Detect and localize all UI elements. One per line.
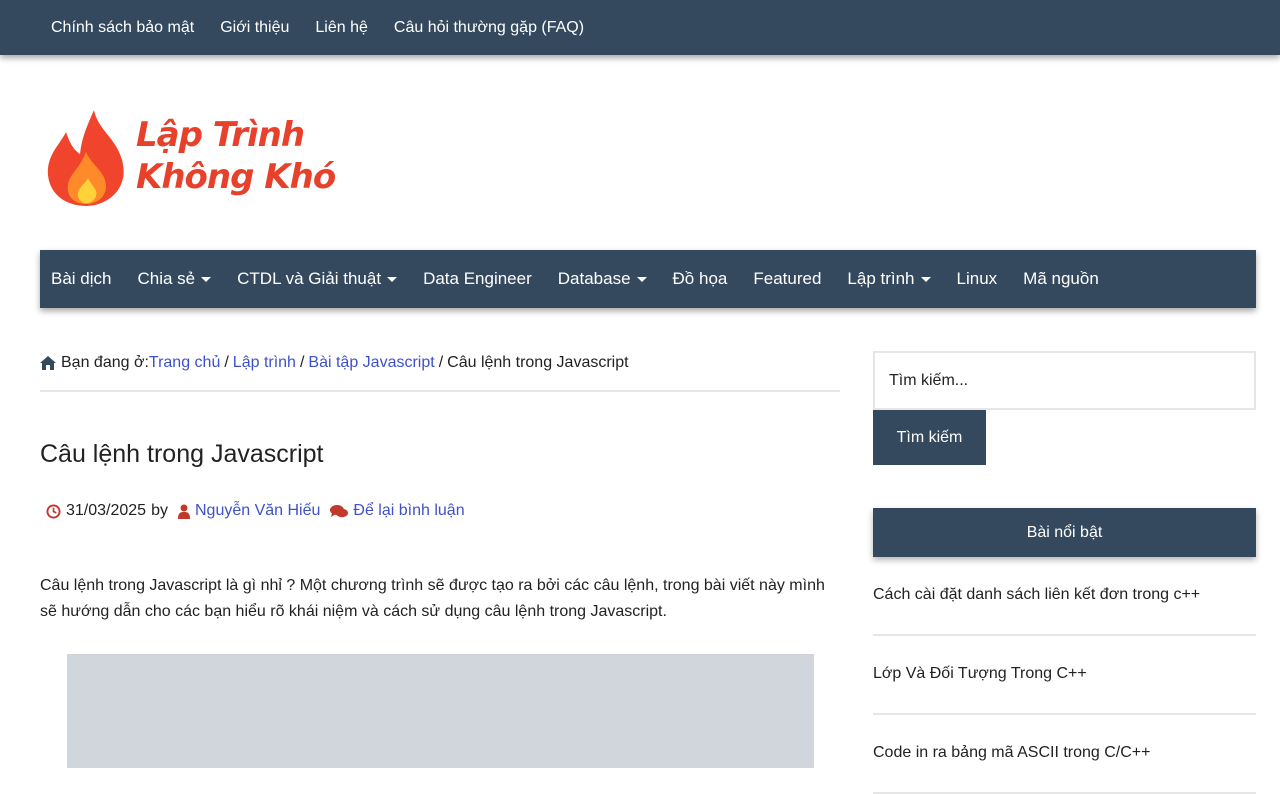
search-button[interactable]: Tìm kiếm <box>873 410 986 465</box>
nav-item-data-engineer[interactable]: Data Engineer <box>423 269 532 289</box>
post-title: Câu lệnh trong Javascript <box>40 440 324 468</box>
nav-item-featured[interactable]: Featured <box>753 269 821 289</box>
featured-item[interactable]: Cách cài đặt danh sách liên kết đơn tron… <box>873 557 1256 636</box>
comments-icon <box>330 504 349 517</box>
logo-line-2: Không Khó <box>136 157 336 197</box>
nav-label: Chia sẻ <box>137 269 196 288</box>
topbar-link-contact[interactable]: Liên hệ <box>315 19 368 37</box>
post-image-placeholder <box>67 654 814 768</box>
breadcrumb-home-link[interactable]: Trang chủ <box>149 354 220 372</box>
nav-label: Mã nguồn <box>1023 269 1099 288</box>
logo-text: Lập Trình Không Khó <box>136 114 336 198</box>
post-date: 31/03/2025 <box>66 502 147 519</box>
caret-down-icon <box>920 276 931 282</box>
breadcrumb-lap-trinh-link[interactable]: Lập trình <box>233 354 296 372</box>
site-logo[interactable]: Lập Trình Không Khó <box>46 108 336 210</box>
post-by: by <box>151 502 168 519</box>
user-icon <box>177 504 190 519</box>
featured-item[interactable]: Code in ra bảng mã ASCII trong C/C++ <box>873 715 1256 794</box>
breadcrumb-bai-tap-js-link[interactable]: Bài tập Javascript <box>308 354 434 372</box>
logo-line-1: Lập Trình <box>136 115 305 155</box>
nav-label: Đồ họa <box>672 269 728 288</box>
nav-item-linux[interactable]: Linux <box>957 269 998 289</box>
breadcrumb: Bạn đang ở: Trang chủ / Lập trình / Bài … <box>40 354 840 392</box>
breadcrumb-separator: / <box>224 354 229 371</box>
home-icon <box>40 356 56 370</box>
nav-item-ma-nguon[interactable]: Mã nguồn <box>1023 269 1099 289</box>
main-nav: Bài dịch Chia sẻ CTDL và Giải thuật Data… <box>40 250 1256 308</box>
nav-label: Lập trình <box>847 269 915 288</box>
nav-item-ctdl[interactable]: CTDL và Giải thuật <box>237 269 398 289</box>
clock-icon <box>46 503 61 519</box>
post-comments-link[interactable]: Để lại bình luận <box>353 502 464 520</box>
featured-item[interactable]: Lớp Và Đối Tượng Trong C++ <box>873 636 1256 715</box>
breadcrumb-separator: / <box>299 354 305 371</box>
nav-label: Data Engineer <box>423 269 532 288</box>
featured-widget-title: Bài nổi bật <box>873 508 1256 557</box>
nav-label: CTDL và Giải thuật <box>237 269 382 288</box>
caret-down-icon <box>636 276 647 282</box>
top-bar: Chính sách bảo mật Giới thiệu Liên hệ Câ… <box>0 0 1280 55</box>
nav-label: Featured <box>753 269 822 288</box>
nav-label: Database <box>557 269 631 288</box>
nav-label: Bài dịch <box>51 269 112 288</box>
nav-item-do-hoa[interactable]: Đồ họa <box>673 269 728 289</box>
caret-down-icon <box>201 276 212 282</box>
post-author-link[interactable]: Nguyễn Văn Hiếu <box>195 502 320 520</box>
breadcrumb-separator: / <box>438 354 444 371</box>
search-input[interactable] <box>873 351 1256 410</box>
nav-item-database[interactable]: Database <box>558 269 647 289</box>
nav-item-chia-se[interactable]: Chia sẻ <box>137 269 212 289</box>
breadcrumb-current: Câu lệnh trong Javascript <box>447 354 629 371</box>
featured-list: Cách cài đặt danh sách liên kết đơn tron… <box>873 557 1256 794</box>
post-intro: Câu lệnh trong Javascript là gì nhỉ ? Mộ… <box>40 577 825 620</box>
nav-item-lap-trinh[interactable]: Lập trình <box>847 269 931 289</box>
caret-down-icon <box>387 276 398 282</box>
topbar-link-about[interactable]: Giới thiệu <box>220 19 289 37</box>
topbar-link-faq[interactable]: Câu hỏi thường gặp (FAQ) <box>394 19 584 37</box>
topbar-link-privacy[interactable]: Chính sách bảo mật <box>51 19 194 37</box>
breadcrumb-prefix: Bạn đang ở: <box>61 354 149 371</box>
post-meta: 31/03/2025 by Nguyễn Văn Hiếu Để lại bìn… <box>46 502 465 520</box>
nav-item-bai-dich[interactable]: Bài dịch <box>51 269 111 289</box>
nav-label: Linux <box>956 269 998 288</box>
flame-icon <box>47 110 124 206</box>
